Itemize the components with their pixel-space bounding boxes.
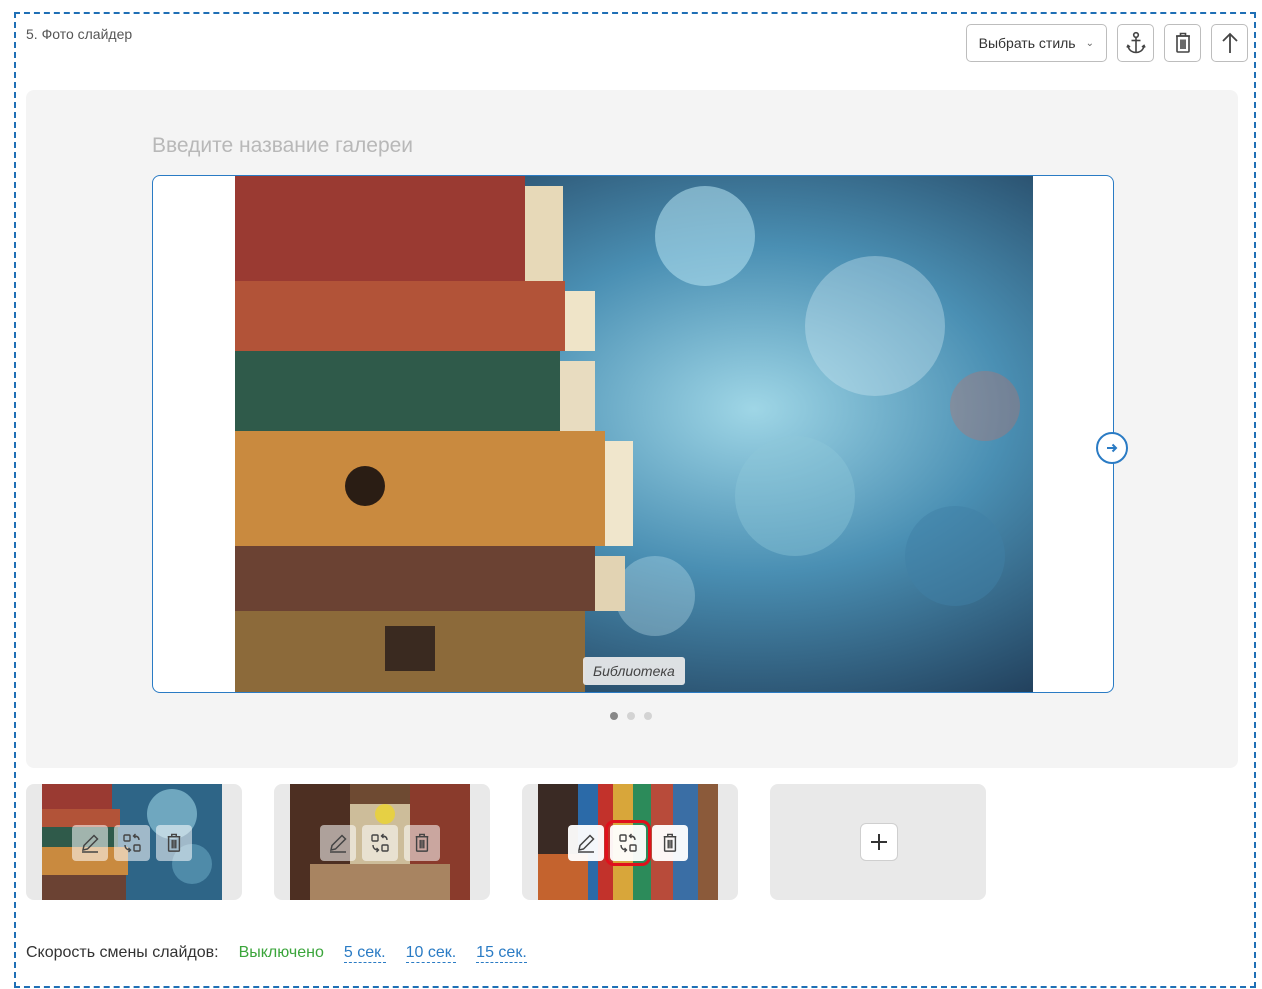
- choose-style-button[interactable]: Выбрать стиль ⌄: [965, 24, 1107, 62]
- arrow-up-icon: [1221, 32, 1238, 53]
- edit-slide-button[interactable]: [320, 825, 356, 861]
- pagination-dot[interactable]: [610, 712, 618, 720]
- thumbnail-actions: [320, 825, 440, 861]
- block-title: 5. Фото слайдер: [26, 26, 133, 42]
- slide-pagination: [610, 712, 652, 720]
- photo-slider-block: 5. Фото слайдер Выбрать стиль ⌄ Введите …: [14, 12, 1256, 988]
- delete-block-button[interactable]: [1164, 24, 1201, 62]
- plus-icon: [871, 834, 887, 850]
- slide-speed-label: Скорость смены слайдов:: [26, 944, 219, 961]
- slide-speed-settings: Скорость смены слайдов: Выключено 5 сек.…: [26, 944, 527, 963]
- thumbnail-card: [522, 784, 738, 900]
- pagination-dot[interactable]: [644, 712, 652, 720]
- swap-icon: [619, 833, 637, 853]
- thumbnail-list: [26, 784, 986, 900]
- swap-icon: [123, 833, 141, 853]
- swap-icon: [371, 833, 389, 853]
- slide-caption: Библиотека: [583, 657, 685, 685]
- replace-slide-button[interactable]: [605, 820, 651, 866]
- edit-slide-button[interactable]: [568, 825, 604, 861]
- block-toolbar: Выбрать стиль ⌄: [965, 24, 1248, 62]
- next-slide-button[interactable]: [1096, 432, 1128, 464]
- trash-icon: [167, 833, 181, 852]
- slide-image: [235, 176, 1033, 692]
- add-slide-button[interactable]: [860, 823, 898, 861]
- replace-slide-button[interactable]: [114, 825, 150, 861]
- move-up-button[interactable]: [1211, 24, 1248, 62]
- anchor-button[interactable]: [1117, 24, 1154, 62]
- slider-preview: Введите название галереи Библиотека: [26, 90, 1238, 768]
- speed-option-10s[interactable]: 10 сек.: [405, 944, 457, 963]
- speed-option-5s[interactable]: 5 сек.: [343, 944, 386, 963]
- trash-icon: [663, 833, 677, 852]
- delete-slide-button[interactable]: [156, 825, 192, 861]
- slide-frame: Библиотека: [152, 175, 1114, 693]
- pencil-icon: [578, 834, 595, 853]
- speed-option-off[interactable]: Выключено: [239, 944, 324, 963]
- gallery-title-input[interactable]: Введите название галереи: [152, 134, 413, 158]
- add-slide-card: [770, 784, 986, 900]
- thumbnail-actions: [72, 825, 192, 861]
- speed-option-15s[interactable]: 15 сек.: [476, 944, 527, 963]
- delete-slide-button[interactable]: [404, 825, 440, 861]
- choose-style-label: Выбрать стиль: [978, 35, 1076, 51]
- chevron-down-icon: ⌄: [1085, 37, 1094, 49]
- edit-slide-button[interactable]: [72, 825, 108, 861]
- delete-slide-button[interactable]: [652, 825, 688, 861]
- pagination-dot[interactable]: [627, 712, 635, 720]
- anchor-icon: [1125, 31, 1146, 54]
- arrow-right-icon: [1107, 443, 1118, 453]
- pencil-icon: [330, 834, 347, 853]
- thumbnail-card: [274, 784, 490, 900]
- pencil-icon: [82, 834, 99, 853]
- replace-slide-button[interactable]: [362, 825, 398, 861]
- thumbnail-card: [26, 784, 242, 900]
- trash-icon: [1175, 32, 1190, 53]
- thumbnail-actions: [568, 820, 688, 866]
- trash-icon: [415, 833, 429, 852]
